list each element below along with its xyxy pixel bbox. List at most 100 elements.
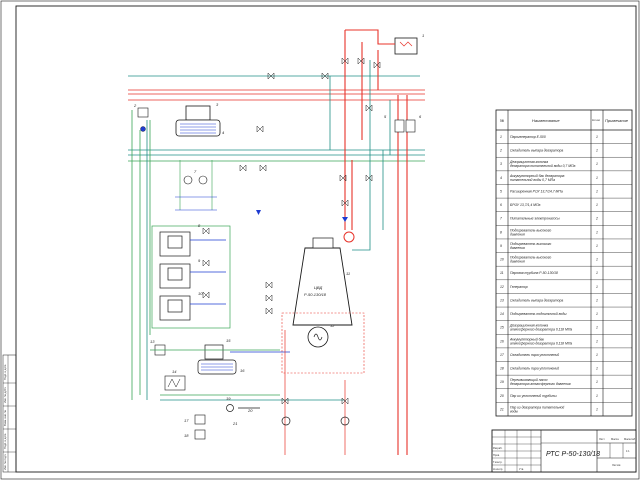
tag-3: 3 [216,102,219,107]
spec-row-qty: 1 [596,135,598,139]
tb-scale: Масштаб [624,437,636,441]
spec-row-name: Генератор [510,285,528,289]
title-block: РТС Р-50-130/18 Лист Масса Масштаб 1:1 Л… [491,429,637,473]
tag-20: 20 [247,408,253,413]
spec-row-num: 2 [499,149,502,153]
tag-4: 4 [222,130,225,135]
tag-8: 8 [198,223,201,228]
side-stamp-2: Инв. № дубл. [3,387,7,403]
spec-row-num: 14 [500,312,504,316]
spec-row-num: 9 [500,244,502,248]
tag-16: 16 [240,368,245,373]
spec-row-name: Парогенератор Е-500 [510,135,546,139]
spec-row-qty: 1 [596,326,598,330]
spec-row-num: 21 [499,407,504,411]
tb-ncontr: Н.контр. [493,467,503,471]
spec-row-qty: 2 [595,217,598,221]
spec-row-num: 20 [499,394,504,398]
tb-sheets: Листов [612,463,621,467]
spec-row-qty: 1 [596,189,598,193]
atmospheric-deaerator: 13 14 15 16 [150,338,245,391]
left-risers [131,110,151,400]
spec-row-name: Охладитель пара уплотнений [510,353,559,357]
spec-row-name: давления [510,246,525,250]
spec-row-qty: 1 [596,367,598,371]
flow-arrows [256,210,348,222]
spec-row-name: деаэратора питательной воды 0,7 МПа [510,164,576,168]
rou-brou [394,119,416,133]
spec-row-qty: 1 [596,203,598,207]
spec-row-qty: 1 [596,244,598,248]
spec-row-name: Охладитель выпара деаэратора [510,298,563,302]
spec-row-num: 17 [500,353,504,357]
spec-row-qty: 1 [596,271,598,275]
spec-row-num: 11 [500,271,504,275]
tb-check: Пров. [493,453,500,457]
side-stamp-4: Подп. и дата [3,433,7,449]
spec-row-name: воды [510,409,518,413]
tag-13: 13 [150,339,155,344]
spec-row-num: 16 [500,339,504,343]
side-stamp-5: Инв. № подл. [3,454,7,470]
tb-mass: Масса [611,437,619,441]
drawing-sheet: Подп. и дата Инв. № дубл. Взам. инв. № П… [0,0,640,480]
side-stamp-3: Взам. инв. № [3,410,7,426]
spec-row-name: питательной воды 0,7 МПа [510,178,555,182]
tag-15: 15 [226,338,231,343]
feed-pumps [175,160,217,211]
spec-row-num: 12 [500,285,504,289]
spec-row-name: атмосферного деаэратора 0,118 МПа [510,341,572,345]
tag-19: 19 [226,396,231,401]
spec-header-note: Примечание [605,118,629,123]
spec-row-qty: 1 [596,312,598,316]
side-stamp-1: Подп. и дата [3,364,7,380]
tb-tcontr: Т.контр. [493,460,503,464]
spec-row-qty: 1 [596,298,598,302]
spec-header-num: № [500,118,505,123]
spec-row-name: атмосферного деаэратора 0,118 МПа [510,328,572,332]
spec-row-num: 15 [500,326,504,330]
spec-row-num: 13 [500,298,504,302]
side-stamp: Подп. и дата Инв. № дубл. Взам. инв. № П… [2,354,17,473]
tag-7: 7 [194,169,197,174]
spec-row-num: 3 [500,162,502,166]
spec-row-qty: 1 [596,353,598,357]
spec-row-num: 8 [500,230,502,234]
spec-row-name: Подогреватель подпиточной воды [510,312,567,316]
spec-row-qty: 1 [596,230,598,234]
tag-21: 21 [232,421,237,426]
spec-header-name: Наименование [532,118,560,123]
tag-2: 2 [133,103,137,108]
spec-row-qty: 1 [596,258,598,262]
spec-row-num: 10 [500,258,504,262]
valves [202,57,381,405]
turbine-model: Р-50-130/18 [304,292,327,297]
steam-generator: 1 [394,33,424,55]
turbine-label: ЦВД [314,285,322,290]
tag-6: 6 [419,114,422,119]
tag-1: 1 [422,33,424,38]
spec-row-qty: 1 [596,162,598,166]
specification-table: № Наименование Кол-во Примечание 1 Пароге… [495,109,633,417]
spec-row-name: Расширенная РОУ 13,7/14,7 МПа [510,189,563,193]
tag-18: 18 [184,433,189,438]
spec-row-num: 4 [500,176,502,180]
spec-row-num: 7 [500,217,502,221]
tag-11: 11 [346,271,350,276]
spec-row-name: БРОУ 13,7/1,4 МПа [510,203,540,207]
tb-sheet: Лист [599,437,605,441]
spec-row-qty: 1 [596,394,598,398]
spec-row-name: Охладитель выпара деаэратора [510,149,563,153]
spec-row-name: давления [510,232,525,236]
tag-17: 17 [184,418,189,423]
spec-row-qty: 1 [596,285,598,289]
lower-piping [150,330,350,455]
spec-row-name: Пар из деаэратора питательной [510,405,564,409]
spec-row-qty: 1 [596,149,598,153]
tag-14: 14 [172,369,177,374]
top-header-teal [128,75,425,156]
red-steam-headers [128,89,425,101]
steam-turbine: ЦВД Р-50-130/18 11 [292,231,355,326]
spec-row-qty: 1 [596,339,598,343]
spec-row-num: 6 [500,203,502,207]
